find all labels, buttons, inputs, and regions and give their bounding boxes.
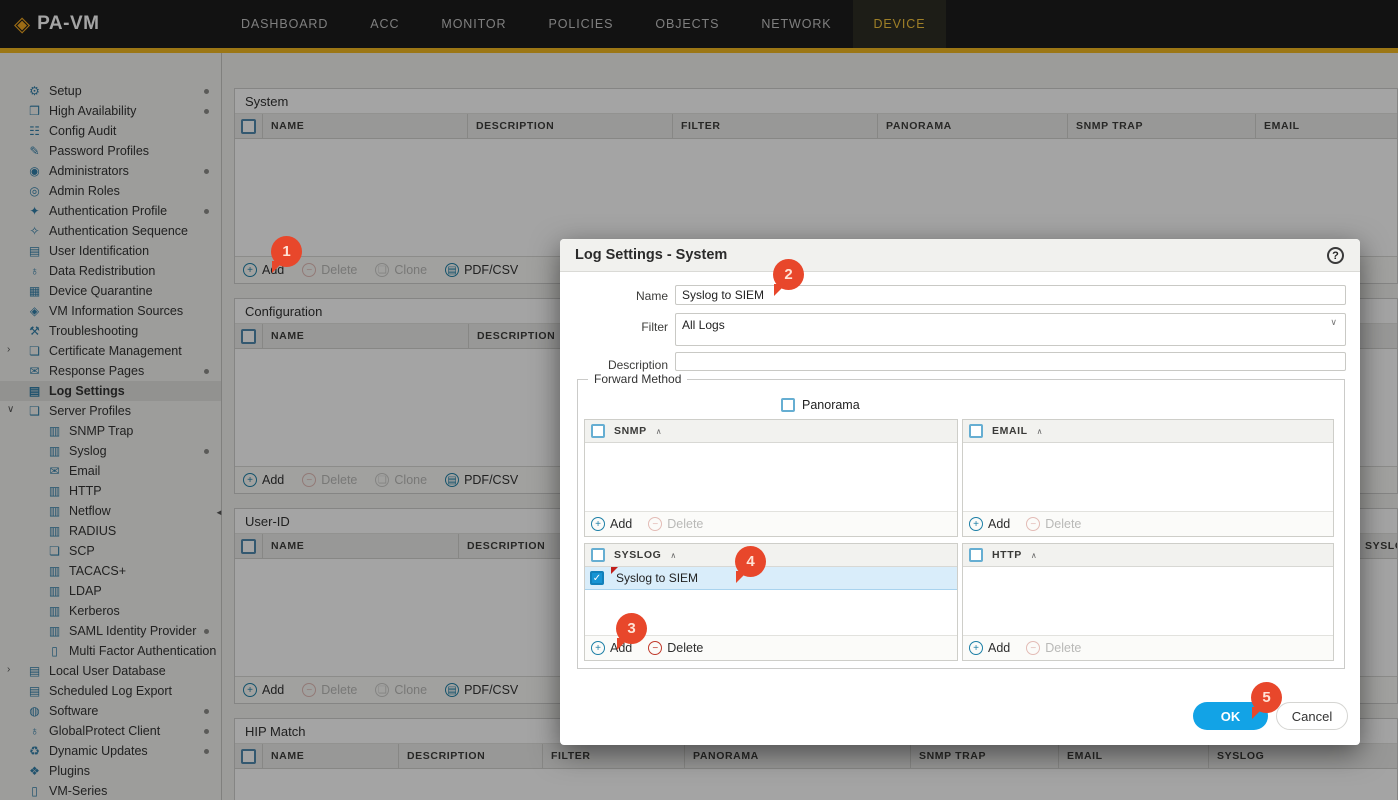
sort-asc-icon[interactable]: ∧	[1031, 551, 1037, 560]
snmp-panel-actions: +Add −Delete	[585, 511, 957, 536]
description-input[interactable]	[675, 352, 1346, 371]
filter-select[interactable]: All Logs ∨	[675, 313, 1346, 346]
snmp-panel: SNMP ∧ +Add −Delete	[584, 419, 958, 537]
pa-vm-device-page: ◈ PA-VM DASHBOARD ACC MONITOR POLICIES O…	[0, 0, 1398, 800]
select-all-checkbox[interactable]	[969, 548, 983, 562]
panorama-option[interactable]: Panorama	[781, 398, 860, 412]
snmp-panel-body	[585, 443, 957, 511]
name-label: Name	[568, 289, 668, 303]
step-badge-3: 3	[616, 613, 647, 644]
forward-method-fieldset: Forward Method Panorama SNMP ∧ +Add −Del…	[577, 379, 1345, 669]
minus-circle-icon: −	[648, 641, 662, 655]
sort-asc-icon[interactable]: ∧	[670, 551, 676, 560]
snmp-panel-header: SNMP ∧	[585, 420, 957, 443]
syslog-panel-header: SYSLOG ∧	[585, 544, 957, 567]
delete-button[interactable]: −Delete	[1026, 641, 1081, 655]
delete-button[interactable]: −Delete	[1026, 517, 1081, 531]
plus-circle-icon: +	[969, 517, 983, 531]
step-badge-2: 2	[773, 259, 804, 290]
plus-circle-icon: +	[591, 517, 605, 531]
sort-asc-icon[interactable]: ∧	[656, 427, 662, 436]
http-panel-actions: +Add −Delete	[963, 635, 1333, 660]
add-button[interactable]: +Add	[969, 641, 1010, 655]
chevron-down-icon: ∨	[1330, 317, 1337, 328]
delete-button[interactable]: −Delete	[648, 517, 703, 531]
select-all-checkbox[interactable]	[969, 424, 983, 438]
step-badge-1: 1	[271, 236, 302, 267]
http-panel: HTTP ∧ +Add −Delete	[962, 543, 1334, 661]
step-badge-4: 4	[735, 546, 766, 577]
dialog-title: Log Settings - System	[560, 239, 1360, 272]
syslog-panel: SYSLOG ∧ ✓ Syslog to SIEM +Add −Delete	[584, 543, 958, 661]
add-button[interactable]: +Add	[591, 517, 632, 531]
email-panel-actions: +Add −Delete	[963, 511, 1333, 536]
step-badge-5: 5	[1251, 682, 1282, 713]
delete-button[interactable]: −Delete	[648, 641, 703, 655]
syslog-profile-name: Syslog to SIEM	[616, 571, 698, 585]
plus-circle-icon: +	[969, 641, 983, 655]
minus-circle-icon: −	[1026, 641, 1040, 655]
http-panel-body	[963, 567, 1333, 635]
modified-flag-icon	[611, 567, 618, 574]
email-panel-header: EMAIL ∧	[963, 420, 1333, 443]
cancel-button[interactable]: Cancel	[1276, 702, 1348, 730]
plus-circle-icon: +	[591, 641, 605, 655]
http-panel-header: HTTP ∧	[963, 544, 1333, 567]
select-all-checkbox[interactable]	[591, 424, 605, 438]
email-panel-body	[963, 443, 1333, 511]
sort-asc-icon[interactable]: ∧	[1037, 427, 1043, 436]
minus-circle-icon: −	[648, 517, 662, 531]
log-settings-system-dialog: Log Settings - System ? Name Filter All …	[560, 239, 1360, 745]
syslog-profile-row[interactable]: ✓ Syslog to SIEM	[585, 567, 957, 590]
description-label: Description	[568, 358, 668, 372]
help-icon[interactable]: ?	[1327, 247, 1344, 264]
row-checkbox-checked[interactable]: ✓	[590, 571, 604, 585]
panorama-label: Panorama	[802, 398, 860, 412]
minus-circle-icon: −	[1026, 517, 1040, 531]
email-panel: EMAIL ∧ +Add −Delete	[962, 419, 1334, 537]
panorama-checkbox[interactable]	[781, 398, 795, 412]
select-all-checkbox[interactable]	[591, 548, 605, 562]
filter-value: All Logs	[682, 318, 725, 332]
add-button[interactable]: +Add	[969, 517, 1010, 531]
forward-method-legend: Forward Method	[588, 372, 687, 386]
filter-label: Filter	[568, 320, 668, 334]
